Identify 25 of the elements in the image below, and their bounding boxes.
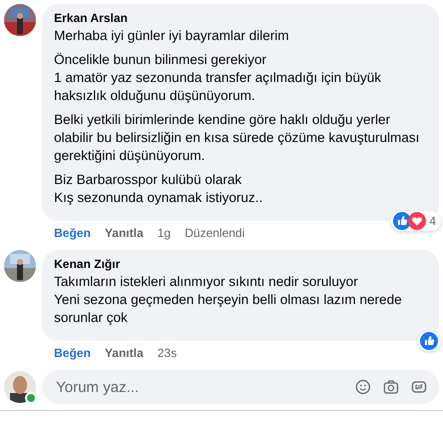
- comment-text: Belki yetkili birimlerinde kendine göre haklı olduğu yerler olabilir bu belirsizliğin en kısa sürede çözüme kavuşturulması gerektiğini düşünüyorum.: [54, 111, 420, 165]
- author-name[interactable]: Kenan Zığır: [54, 257, 120, 271]
- timestamp[interactable]: 1g: [157, 226, 171, 244]
- like-icon: [420, 332, 438, 350]
- comment-text: 1 amatör yaz sezonunda transfer açılmadığı için büyük haksızlık olduğunu düşünüyorum.: [54, 69, 382, 105]
- author-name[interactable]: Erkan Arslan: [54, 11, 128, 25]
- edited-label: Düzenlendi: [184, 226, 245, 242]
- comment-text: Takımların istekleri alınmıyor sıkıntı nedir soruluyor: [54, 273, 359, 291]
- timestamp[interactable]: 23s: [157, 346, 177, 364]
- reaction-summary[interactable]: 4: [391, 211, 441, 231]
- comment-input[interactable]: Yorum yaz...: [54, 378, 343, 396]
- reply-link[interactable]: Yanıtla: [104, 346, 144, 364]
- smiley-icon[interactable]: [355, 379, 371, 395]
- like-link[interactable]: Beğen: [54, 346, 91, 364]
- comment-text: Kış sezonunda oynamak istiyoruz..: [54, 189, 264, 207]
- comment-text: Yeni sezona geçmeden herşeyin belli olması lazım nerede sorunlar çok: [54, 291, 403, 327]
- like-link[interactable]: Beğen: [54, 226, 91, 244]
- gif-icon[interactable]: [411, 379, 427, 395]
- camera-icon[interactable]: [383, 379, 399, 395]
- reply-link[interactable]: Yanıtla: [104, 226, 144, 244]
- comment-text: Merhaba iyi günler iyi bayramlar dilerim: [54, 27, 290, 45]
- reaction-badge[interactable]: [418, 331, 441, 351]
- comment-text: Biz Barbarosspor kulübü olarak: [54, 171, 243, 189]
- comment-field[interactable]: Yorum yaz...: [42, 370, 439, 404]
- comment-text: Öncelikle bunun bilinmesi gerekiyor: [54, 51, 268, 69]
